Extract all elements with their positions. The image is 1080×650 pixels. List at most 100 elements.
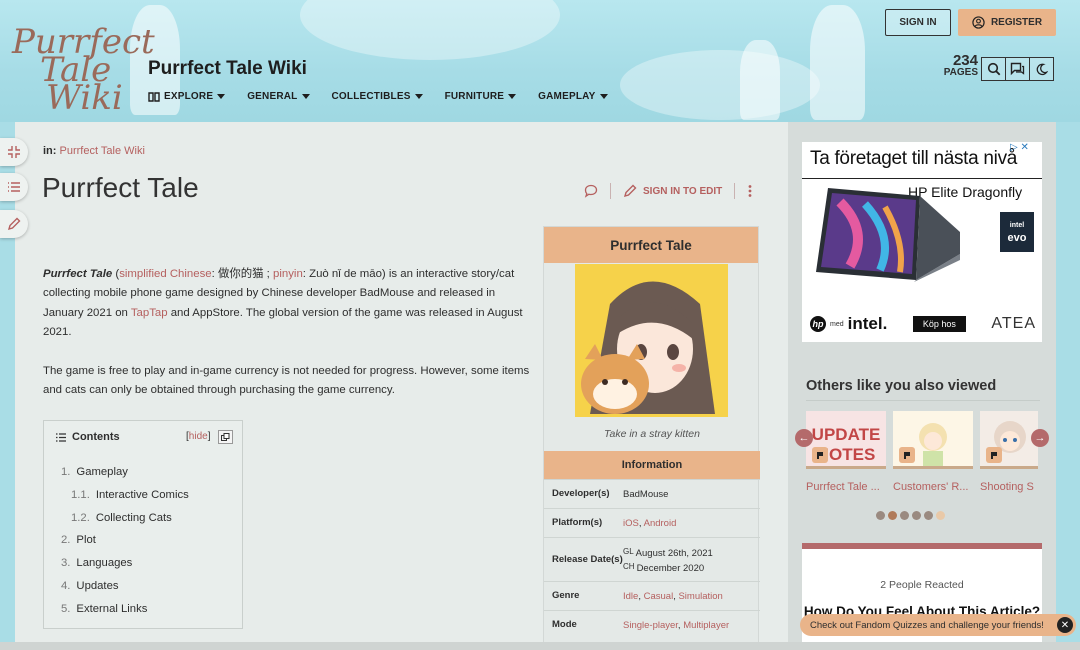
- search-button[interactable]: [981, 57, 1006, 81]
- multiplayer-link[interactable]: Multiplayer: [683, 620, 729, 631]
- toc-item[interactable]: 1.2. Collecting Cats: [71, 512, 172, 524]
- divider: [734, 183, 736, 199]
- discussions-button[interactable]: [1005, 57, 1030, 81]
- quiz-toast[interactable]: Check out Fandom Quizzes and challenge y…: [800, 614, 1076, 636]
- region-tag: CH: [623, 561, 635, 571]
- atea-logo: ATEA: [991, 315, 1036, 332]
- pinyin-link[interactable]: pinyin: [273, 268, 303, 280]
- nav-gameplay[interactable]: GAMEPLAY: [538, 91, 608, 102]
- game-artwork: [575, 264, 728, 417]
- edit-rail-button[interactable]: [0, 210, 28, 238]
- infobox-value: BadMouse: [623, 488, 669, 500]
- paw-dot-icon[interactable]: [900, 511, 909, 520]
- recommendation-title[interactable]: Shooting S: [980, 481, 1038, 493]
- chevron-down-icon: [217, 94, 226, 99]
- infobox-row: Developer(s) BadMouse: [544, 479, 760, 508]
- toc-number: 5.: [61, 603, 71, 615]
- toast-text: Check out Fandom Quizzes and challenge y…: [810, 619, 1044, 631]
- infobox-title: Purrfect Tale: [544, 227, 758, 263]
- toc-number: 1.1.: [71, 489, 90, 501]
- toc-item[interactable]: 1. Gameplay: [61, 466, 128, 478]
- arrow-left-icon: ←: [798, 432, 810, 444]
- ad-brand: hp med intel.: [810, 314, 887, 334]
- game-name: Purrfect Tale: [43, 268, 113, 280]
- simulation-link[interactable]: Simulation: [678, 591, 722, 602]
- paw-dot-icon[interactable]: [888, 511, 897, 520]
- header-illustration: [740, 40, 780, 120]
- theme-toggle-button[interactable]: [1029, 57, 1054, 81]
- toc-item[interactable]: 5. External Links: [61, 603, 147, 615]
- infobox-image[interactable]: [575, 264, 728, 417]
- badge-text: intel: [1009, 222, 1025, 229]
- logo-line: Wiki: [46, 78, 123, 118]
- toc-hide-link[interactable]: hide: [189, 431, 208, 442]
- table-of-contents: Contents [hide] 1. Gameplay 1.1. Interacti…: [43, 420, 243, 629]
- site-title[interactable]: Purrfect Tale Wiki: [148, 58, 307, 80]
- single-player-link[interactable]: Single-player: [623, 620, 678, 631]
- divider: [610, 183, 611, 199]
- toc-label: Languages: [76, 557, 133, 569]
- register-button[interactable]: REGISTER: [958, 9, 1056, 36]
- nav-furniture[interactable]: FURNITURE: [445, 91, 517, 102]
- recommendation-title[interactable]: Purrfect Tale ...: [806, 481, 888, 493]
- carousel-next-button[interactable]: →: [1031, 429, 1049, 447]
- infobox-label: Mode: [552, 619, 577, 630]
- paw-dot-icon[interactable]: [936, 511, 945, 520]
- paw-dot-icon[interactable]: [912, 511, 921, 520]
- idle-link[interactable]: Idle: [623, 591, 638, 602]
- advertisement[interactable]: Ta företaget till nästa nivå HP Elite Dr…: [802, 142, 1042, 342]
- taptap-link[interactable]: TapTap: [131, 307, 168, 319]
- toast-close-button[interactable]: ✕: [1057, 617, 1073, 633]
- header-decoration: [300, 0, 560, 60]
- user-icon: [972, 16, 985, 29]
- paw-dot-icon[interactable]: [876, 511, 885, 520]
- list-icon: [8, 182, 20, 192]
- divider: [806, 400, 1040, 401]
- more-options-icon[interactable]: [747, 184, 753, 198]
- infobox-value: Idle, Casual, Simulation: [623, 590, 723, 602]
- android-link[interactable]: Android: [644, 518, 677, 529]
- infobox-section-header: Information: [544, 451, 760, 479]
- infobox-row: Release Date(s) GL August 26th, 2021 CH De…: [544, 537, 760, 581]
- toc-popout-button[interactable]: [218, 430, 233, 444]
- nav-explore[interactable]: EXPLORE: [148, 91, 226, 102]
- recommendation-title[interactable]: Customers' R...: [893, 481, 975, 493]
- ios-link[interactable]: iOS: [623, 518, 639, 529]
- toc-item[interactable]: 3. Languages: [61, 557, 132, 569]
- toc-toggle-button[interactable]: [0, 173, 28, 201]
- badge-text: evo: [1007, 232, 1027, 244]
- toc-item[interactable]: 4. Updates: [61, 580, 119, 592]
- sign-in-button[interactable]: SIGN IN: [885, 9, 951, 36]
- header-illustration: [810, 5, 865, 120]
- fandom-badge-icon: [899, 447, 915, 463]
- ad-close-icon[interactable]: ▷ ✕: [1010, 142, 1029, 153]
- ad-rule: [802, 178, 1042, 179]
- simplified-chinese-link[interactable]: simplified Chinese: [119, 268, 211, 280]
- nav-general[interactable]: GENERAL: [247, 91, 310, 102]
- comment-icon[interactable]: [584, 184, 598, 198]
- pages-count: 234: [952, 52, 978, 69]
- release-date: December 2020: [636, 562, 705, 574]
- casual-link[interactable]: Casual: [644, 591, 674, 602]
- carousel-prev-button[interactable]: ←: [795, 429, 813, 447]
- header-tools: [981, 57, 1054, 81]
- site-logo[interactable]: Purrfect Tale Wiki: [12, 25, 155, 118]
- paw-dot-icon[interactable]: [924, 511, 933, 520]
- page-bottom-bar: [0, 642, 1080, 650]
- toc-label: Gameplay: [76, 466, 128, 478]
- infobox-label: Developer(s): [552, 488, 610, 499]
- breadcrumb-link[interactable]: Purrfect Tale Wiki: [60, 145, 145, 157]
- toc-title: Contents: [72, 431, 120, 443]
- nav-collectibles[interactable]: COLLECTIBLES: [332, 91, 423, 102]
- close-icon: ✕: [1060, 619, 1070, 631]
- chevron-down-icon: [414, 94, 423, 99]
- search-icon: [987, 62, 1000, 76]
- infobox: Purrfect Tale Take in a stray kitten Inf…: [543, 226, 760, 650]
- toc-item[interactable]: 2. Plot: [61, 534, 96, 546]
- collapse-button[interactable]: [0, 138, 28, 166]
- nav-label: GAMEPLAY: [538, 91, 596, 102]
- page-actions: SIGN IN TO EDIT: [584, 183, 753, 199]
- toc-number: 3.: [61, 557, 71, 569]
- sign-in-to-edit-button[interactable]: SIGN IN TO EDIT: [623, 184, 722, 198]
- toc-item[interactable]: 1.1. Interactive Comics: [71, 489, 189, 501]
